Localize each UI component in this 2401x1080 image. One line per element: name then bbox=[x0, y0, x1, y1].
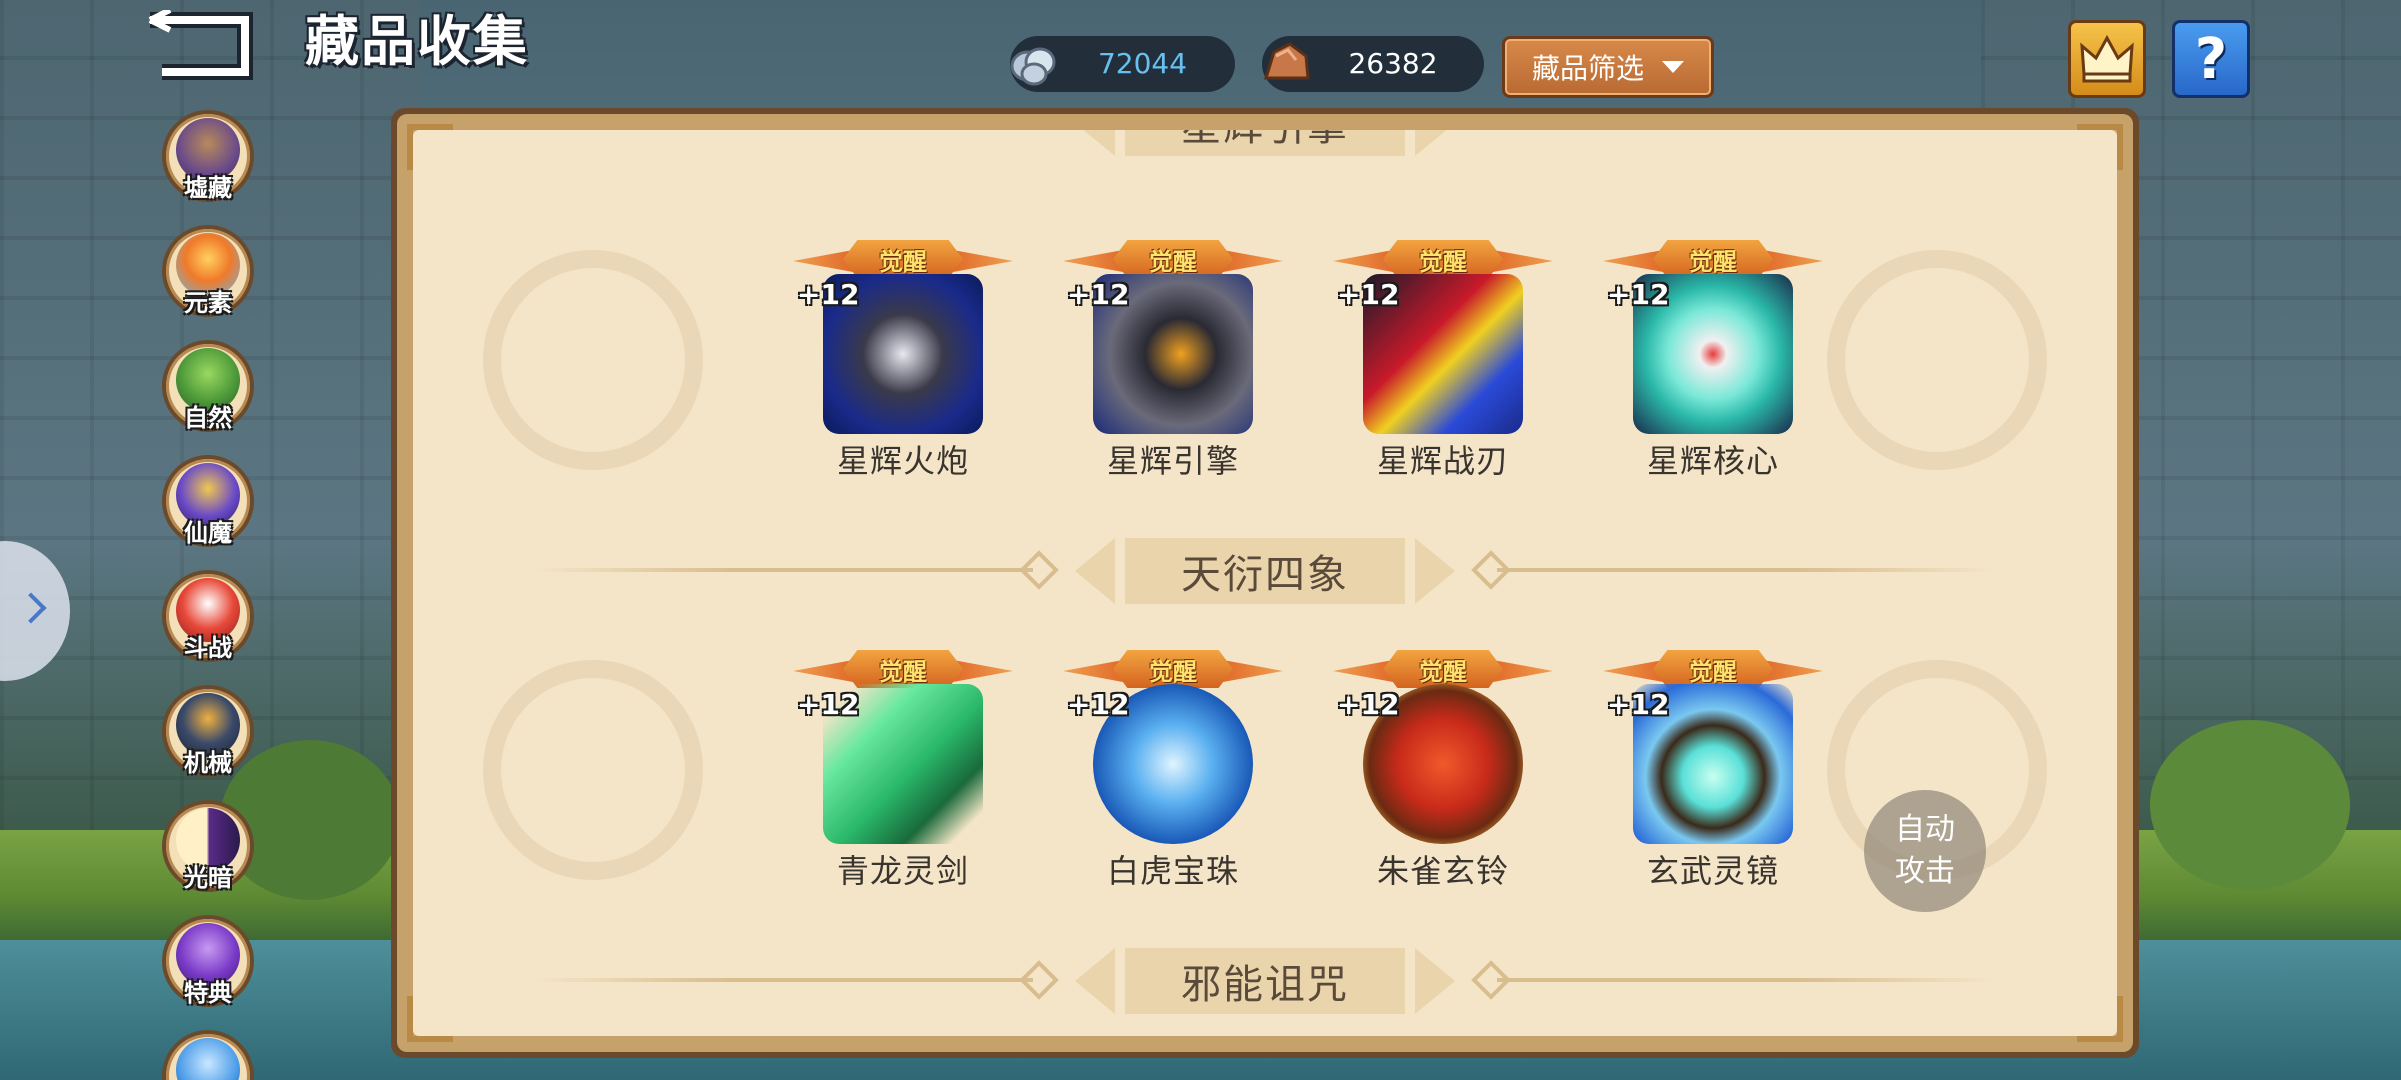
sidebar-item-mech[interactable]: 机械 bbox=[162, 685, 254, 777]
sidebar-item-label: 元素 bbox=[184, 289, 232, 317]
awakened-badge: 觉醒 bbox=[1653, 240, 1773, 278]
currency-silver: 72044 bbox=[1010, 36, 1235, 92]
item-level: +12 bbox=[1607, 688, 1670, 721]
auto-attack-label-2: 攻击 bbox=[1895, 854, 1955, 889]
item-name: 玄武灵镜 bbox=[1646, 852, 1779, 890]
sidebar-item-battle[interactable]: 斗战 bbox=[162, 570, 254, 662]
chevron-down-icon bbox=[1662, 61, 1684, 73]
collection-item[interactable]: 觉醒 +12 星辉引擎 bbox=[1063, 240, 1283, 480]
collection-item[interactable]: 觉醒 +12 白虎宝珠 bbox=[1063, 650, 1283, 890]
awakened-badge: 觉醒 bbox=[843, 650, 963, 688]
collection-filter-button[interactable]: 藏品筛选 bbox=[1502, 36, 1714, 98]
item-level: +12 bbox=[1067, 278, 1130, 311]
copper-ore-icon bbox=[1263, 42, 1310, 80]
awakened-badge: 觉醒 bbox=[1653, 650, 1773, 688]
awakened-badge: 觉醒 bbox=[843, 240, 963, 278]
collection-item[interactable]: 觉醒 +12 朱雀玄铃 bbox=[1333, 650, 1553, 890]
item-name: 白虎宝珠 bbox=[1106, 852, 1239, 890]
back-button[interactable] bbox=[140, 7, 260, 80]
sidebar-item-label: 光暗 bbox=[184, 864, 232, 892]
awakened-badge: 觉醒 bbox=[1383, 650, 1503, 688]
item-level: +12 bbox=[797, 278, 860, 311]
page-title: 藏品收集 bbox=[305, 10, 529, 73]
silver-ore-icon bbox=[1010, 47, 1056, 86]
currency-silver-value: 72044 bbox=[1097, 47, 1188, 80]
collection-item[interactable]: 觉醒 +12 星辉火炮 bbox=[793, 240, 1013, 480]
collection-list[interactable]: 星辉引擎 觉醒 +12 星辉火炮 觉醒 +12 星辉引擎 觉醒 bbox=[413, 130, 2117, 1036]
back-arrow-icon bbox=[148, 7, 253, 80]
auto-attack-label-1: 自动 bbox=[1895, 812, 1955, 847]
item-name: 星辉战刃 bbox=[1376, 442, 1509, 480]
section-header: 邪能诅咒 bbox=[413, 940, 2117, 1020]
section-title: 星辉引擎 bbox=[1181, 130, 1349, 152]
collection-item[interactable]: 觉醒 +12 玄武灵镜 bbox=[1603, 650, 1823, 890]
item-level: +12 bbox=[1067, 688, 1130, 721]
sidebar-item-label: 自然 bbox=[184, 404, 232, 432]
item-name: 青龙灵剑 bbox=[836, 852, 969, 890]
sidebar-item-element[interactable]: 元素 bbox=[162, 225, 254, 317]
sidebar-item-light-dark[interactable]: 光暗 bbox=[162, 800, 254, 892]
item-name: 朱雀玄铃 bbox=[1376, 852, 1509, 890]
crown-button[interactable] bbox=[2068, 20, 2146, 98]
currency-copper: 26382 bbox=[1262, 36, 1484, 92]
section-header: 星辉引擎 bbox=[413, 130, 2117, 162]
help-button[interactable]: ? bbox=[2172, 20, 2250, 98]
item-level: +12 bbox=[1337, 278, 1400, 311]
item-name: 星辉火炮 bbox=[836, 442, 969, 480]
awakened-badge: 觉醒 bbox=[1113, 240, 1233, 278]
awakened-badge: 觉醒 bbox=[1383, 240, 1503, 278]
auto-attack-button[interactable]: 自动 攻击 bbox=[1864, 790, 1986, 912]
filter-label: 藏品筛选 bbox=[1531, 52, 1644, 85]
currency-copper-value: 26382 bbox=[1348, 47, 1438, 80]
sidebar-item-label: 仙魔 bbox=[184, 519, 232, 547]
chevron-right-icon bbox=[15, 592, 47, 624]
sidebar-item-special[interactable]: 特典 bbox=[162, 915, 254, 1007]
sidebar-item-label: 机械 bbox=[184, 749, 232, 777]
sidebar-item-label: 特典 bbox=[184, 979, 232, 1007]
collection-item[interactable]: 觉醒 +12 星辉战刃 bbox=[1333, 240, 1553, 480]
item-name: 星辉核心 bbox=[1646, 442, 1779, 480]
crown-icon bbox=[2080, 34, 2134, 83]
item-level: +12 bbox=[797, 688, 860, 721]
item-level: +12 bbox=[1607, 278, 1670, 311]
section-title: 邪能诅咒 bbox=[1181, 962, 1349, 1008]
sidebar-item-label: 墟藏 bbox=[184, 174, 232, 202]
sidebar-item-label: 斗战 bbox=[184, 634, 232, 662]
item-name: 星辉引擎 bbox=[1106, 442, 1239, 480]
section-header: 天衍四象 bbox=[413, 530, 2117, 610]
sidebar-item-more[interactable] bbox=[162, 1030, 254, 1080]
sidebar-item-ruins[interactable]: 墟藏 bbox=[162, 110, 254, 202]
sidebar-item-immortal-demon[interactable]: 仙魔 bbox=[162, 455, 254, 547]
collection-panel: 星辉引擎 觉醒 +12 星辉火炮 觉醒 +12 星辉引擎 觉醒 bbox=[391, 108, 2139, 1058]
item-level: +12 bbox=[1337, 688, 1400, 721]
collection-item[interactable]: 觉醒 +12 星辉核心 bbox=[1603, 240, 1823, 480]
section-title: 天衍四象 bbox=[1181, 552, 1349, 598]
sidebar-item-nature[interactable]: 自然 bbox=[162, 340, 254, 432]
awakened-badge: 觉醒 bbox=[1113, 650, 1233, 688]
collection-item[interactable]: 觉醒 +12 青龙灵剑 bbox=[793, 650, 1013, 890]
